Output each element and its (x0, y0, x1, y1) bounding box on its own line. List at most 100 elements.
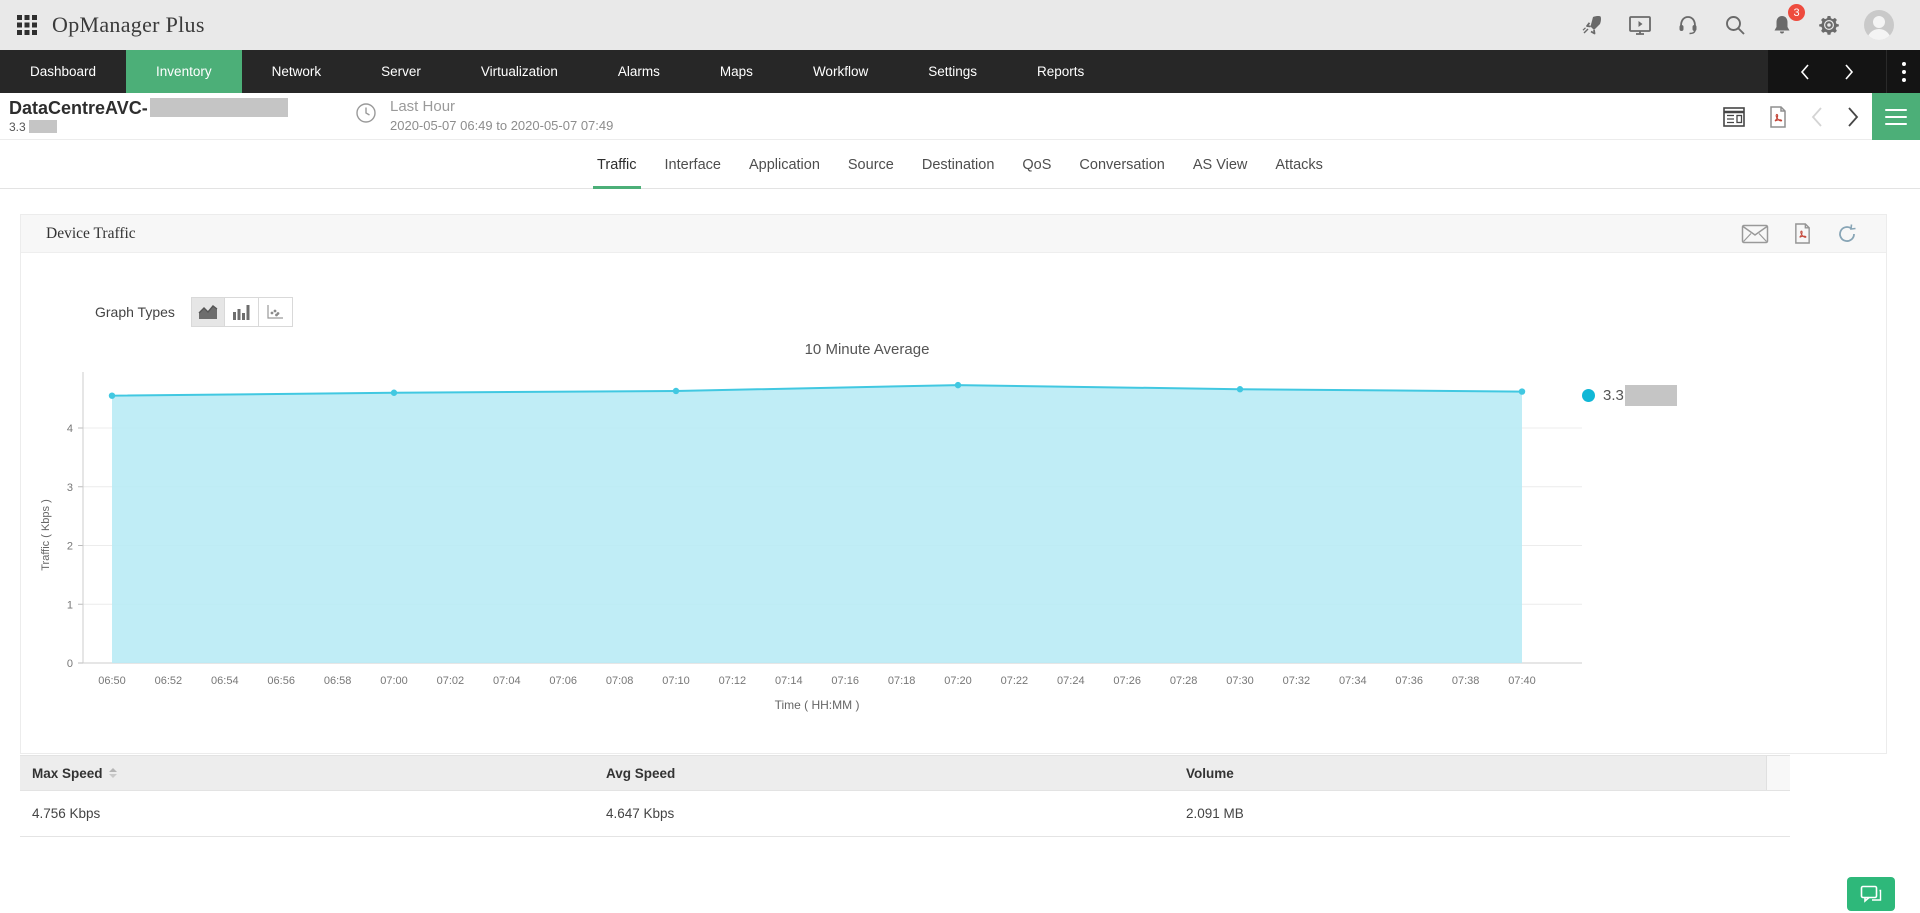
svg-text:07:04: 07:04 (493, 675, 521, 687)
prev-chevron-icon[interactable] (1810, 106, 1824, 128)
redacted-legend-text (1625, 385, 1677, 406)
graph-types-control: Graph Types (95, 297, 293, 327)
svg-text:07:08: 07:08 (606, 675, 634, 687)
svg-text:2: 2 (67, 541, 73, 553)
svg-text:07:24: 07:24 (1057, 675, 1085, 687)
tab-conversation[interactable]: Conversation (1065, 141, 1178, 188)
nav-item-list: DashboardInventoryNetworkServerVirtualiz… (0, 50, 1114, 93)
device-traffic-panel: Device Traffic Gr (20, 214, 1887, 754)
nav-prev-icon[interactable] (1799, 63, 1811, 81)
tab-application[interactable]: Application (735, 141, 834, 188)
traffic-chart: 10 Minute Average 0123406:5006:5206:5406… (37, 341, 1697, 741)
tab-qos[interactable]: QoS (1008, 141, 1065, 188)
nav-item-settings[interactable]: Settings (898, 50, 1007, 93)
nav-item-inventory[interactable]: Inventory (126, 50, 242, 93)
settings-gear-icon[interactable] (1817, 13, 1841, 37)
nav-item-alarms[interactable]: Alarms (588, 50, 690, 93)
column-header-volume[interactable]: Volume (1186, 766, 1766, 781)
device-meta: 3.3 (9, 120, 26, 134)
graph-type-area-button[interactable] (191, 297, 225, 327)
svg-text:07:34: 07:34 (1339, 675, 1367, 687)
notification-badge: 3 (1788, 4, 1805, 21)
tab-traffic[interactable]: Traffic (583, 141, 650, 188)
svg-text:3: 3 (67, 482, 73, 494)
tab-attacks[interactable]: Attacks (1261, 141, 1337, 188)
svg-text:07:38: 07:38 (1452, 675, 1480, 687)
avatar (1864, 10, 1894, 40)
tab-as-view[interactable]: AS View (1179, 141, 1262, 188)
nav-item-dashboard[interactable]: Dashboard (0, 50, 126, 93)
panel-icon-group (1741, 222, 1858, 245)
nav-right-controls (1768, 50, 1920, 93)
column-header-avg-speed[interactable]: Avg Speed (606, 766, 1186, 781)
svg-text:07:36: 07:36 (1395, 675, 1423, 687)
panel-header: Device Traffic (21, 215, 1886, 253)
clock-icon (355, 102, 377, 129)
nav-item-virtualization[interactable]: Virtualization (451, 50, 588, 93)
search-icon[interactable] (1723, 13, 1747, 37)
next-chevron-icon[interactable] (1846, 106, 1860, 128)
svg-text:07:22: 07:22 (1001, 675, 1029, 687)
chart-legend[interactable]: 3.3 (1582, 385, 1677, 406)
green-menu-button[interactable] (1872, 93, 1920, 140)
svg-text:07:20: 07:20 (944, 675, 972, 687)
tab-destination[interactable]: Destination (908, 141, 1009, 188)
redacted-device-meta (29, 120, 57, 133)
nav-item-network[interactable]: Network (242, 50, 352, 93)
table-header-row: Max SpeedAvg SpeedVolume (20, 755, 1790, 791)
pdf-export-icon[interactable] (1793, 222, 1812, 245)
svg-text:07:40: 07:40 (1508, 675, 1536, 687)
report-view-icon[interactable] (1722, 106, 1746, 128)
nav-item-maps[interactable]: Maps (690, 50, 783, 93)
report-tabs: TrafficInterfaceApplicationSourceDestina… (0, 141, 1920, 189)
tab-interface[interactable]: Interface (651, 141, 735, 188)
apps-grid-icon[interactable] (16, 14, 38, 36)
refresh-icon[interactable] (1836, 223, 1858, 245)
demo-screen-icon[interactable] (1627, 13, 1653, 37)
nav-item-reports[interactable]: Reports (1007, 50, 1114, 93)
sort-arrows-icon[interactable] (109, 767, 117, 779)
user-avatar[interactable] (1864, 10, 1894, 40)
area-chart-plot[interactable]: 0123406:5006:5206:5406:5606:5807:0007:02… (37, 367, 1597, 717)
chat-widget-icon[interactable] (1847, 877, 1895, 911)
panel-title: Device Traffic (46, 225, 136, 243)
pdf-export-icon[interactable] (1768, 105, 1788, 129)
app-title: OpManager Plus (52, 12, 205, 38)
svg-text:07:32: 07:32 (1283, 675, 1311, 687)
nav-kebab-menu-icon[interactable] (1886, 50, 1920, 93)
rocket-icon[interactable] (1580, 13, 1604, 37)
svg-text:06:54: 06:54 (211, 675, 239, 687)
svg-text:07:12: 07:12 (719, 675, 747, 687)
svg-text:4: 4 (67, 423, 73, 435)
svg-text:Time ( HH:MM ): Time ( HH:MM ) (775, 698, 860, 712)
svg-text:1: 1 (67, 599, 73, 611)
support-headset-icon[interactable] (1676, 13, 1700, 37)
svg-text:Traffic ( Kbps ): Traffic ( Kbps ) (40, 499, 52, 571)
table-row: 4.756 Kbps4.647 Kbps2.091 MB (20, 791, 1790, 837)
svg-text:06:58: 06:58 (324, 675, 352, 687)
svg-text:07:14: 07:14 (775, 675, 803, 687)
tab-source[interactable]: Source (834, 141, 908, 188)
device-header: DataCentreAVC- 3.3 Last Hour 2020-05-07 … (0, 93, 1920, 140)
svg-text:07:30: 07:30 (1226, 675, 1254, 687)
notifications-bell-icon[interactable]: 3 (1770, 13, 1794, 37)
legend-marker (1582, 389, 1595, 402)
table-body: 4.756 Kbps4.647 Kbps2.091 MB (20, 791, 1790, 837)
email-icon[interactable] (1741, 224, 1769, 244)
table-cell: 2.091 MB (1186, 806, 1790, 821)
top-bar: OpManager Plus (0, 0, 1920, 50)
graph-type-scatter-button[interactable] (259, 297, 293, 327)
tab-list: TrafficInterfaceApplicationSourceDestina… (583, 141, 1337, 188)
time-range: 2020-05-07 06:49 to 2020-05-07 07:49 (390, 118, 613, 133)
svg-text:06:56: 06:56 (267, 675, 295, 687)
graph-type-buttons (191, 297, 293, 327)
nav-item-server[interactable]: Server (351, 50, 451, 93)
nav-scroll-arrows (1768, 50, 1886, 93)
time-period-label[interactable]: Last Hour (390, 98, 455, 115)
graph-type-bar-button[interactable] (225, 297, 259, 327)
nav-next-icon[interactable] (1843, 63, 1855, 81)
svg-text:07:28: 07:28 (1170, 675, 1198, 687)
nav-item-workflow[interactable]: Workflow (783, 50, 898, 93)
table-scrollbar-stub (1766, 756, 1790, 790)
column-header-max-speed[interactable]: Max Speed (20, 766, 606, 781)
